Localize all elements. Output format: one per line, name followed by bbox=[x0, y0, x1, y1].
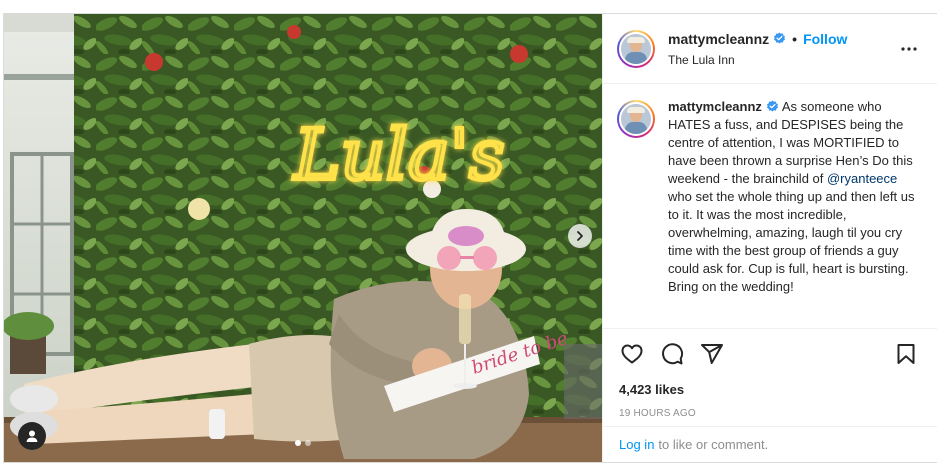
post-photo: Lula's bride to be bbox=[4, 14, 602, 462]
post-media[interactable]: Lula's bride to be bbox=[4, 14, 602, 462]
comments-area: mattymcleannz As someone who HATES a fus… bbox=[603, 84, 937, 328]
more-options-button[interactable] bbox=[897, 37, 921, 61]
avatar-image bbox=[619, 102, 653, 136]
header-separator: • bbox=[792, 30, 798, 47]
like-button[interactable] bbox=[619, 341, 645, 367]
caption-mention-link[interactable]: @ryanteece bbox=[827, 171, 897, 186]
post-caption: mattymcleannz As someone who HATES a fus… bbox=[668, 98, 921, 328]
user-tags-button[interactable] bbox=[18, 422, 46, 450]
header-username-row: mattymcleannz • Follow bbox=[668, 31, 897, 47]
login-prompt-text: to like or comment. bbox=[658, 437, 769, 452]
person-icon bbox=[26, 430, 38, 442]
caption-text-end: who set the whole thing up and then left… bbox=[668, 189, 915, 294]
login-prompt: Log in to like or comment. bbox=[603, 426, 937, 462]
header-username[interactable]: mattymcleannz bbox=[668, 31, 769, 47]
carousel-dot bbox=[305, 440, 311, 446]
bookmark-icon bbox=[897, 343, 915, 364]
post-header: mattymcleannz • Follow The Lula Inn bbox=[603, 14, 937, 84]
post-sidebar: mattymcleannz • Follow The Lula Inn matt… bbox=[602, 14, 937, 462]
post-timestamp[interactable]: 19 HOURS AGO bbox=[603, 400, 937, 426]
verified-badge-icon bbox=[773, 32, 786, 45]
heart-icon bbox=[621, 344, 643, 363]
carousel-indicator bbox=[295, 440, 311, 446]
caption-avatar[interactable] bbox=[617, 100, 655, 138]
carousel-next-button[interactable] bbox=[568, 224, 592, 248]
header-text: mattymcleannz • Follow The Lula Inn bbox=[668, 31, 897, 67]
instagram-post: Lula's bride to be mattymcleannz • Follo… bbox=[3, 13, 937, 463]
caption-username[interactable]: mattymcleannz bbox=[668, 99, 762, 114]
comment-icon bbox=[662, 342, 684, 364]
save-button[interactable] bbox=[893, 341, 919, 367]
share-icon bbox=[701, 343, 723, 364]
likes-count[interactable]: 4,423 likes bbox=[603, 378, 937, 400]
avatar[interactable] bbox=[617, 29, 655, 68]
location-link[interactable]: The Lula Inn bbox=[668, 53, 897, 67]
more-options-icon bbox=[901, 46, 917, 51]
neon-sign-text: Lula's bbox=[292, 114, 505, 196]
comment-button[interactable] bbox=[659, 341, 685, 367]
login-link[interactable]: Log in bbox=[619, 437, 654, 452]
carousel-dot bbox=[295, 440, 301, 446]
verified-badge-icon bbox=[766, 100, 779, 113]
action-bar bbox=[603, 328, 937, 378]
share-button[interactable] bbox=[699, 341, 725, 367]
follow-button[interactable]: Follow bbox=[803, 31, 847, 47]
avatar-image bbox=[619, 31, 653, 66]
chevron-right-icon bbox=[577, 231, 583, 241]
